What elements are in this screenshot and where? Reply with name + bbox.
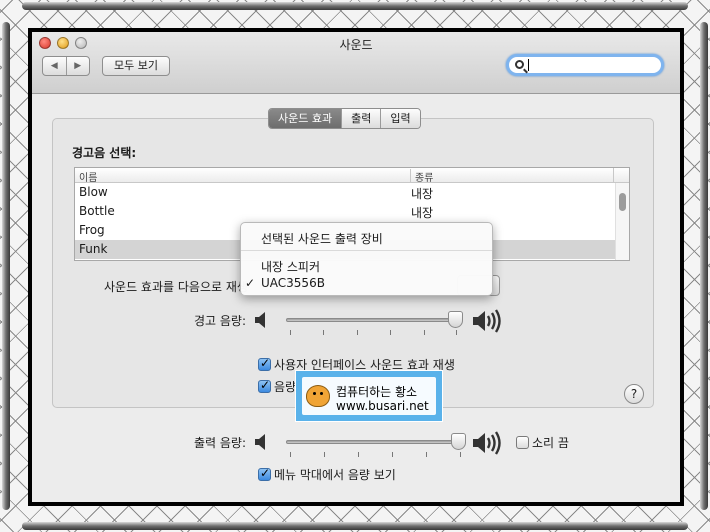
output-device-menu: 선택된 사운드 출력 장비 내장 스피커 ✓ UAC3556B <box>240 222 493 296</box>
slider-tick <box>323 330 324 335</box>
watermark-panel: 컴퓨터하는 황소 www.busari.net <box>302 377 436 415</box>
play-through-label: 사운드 효과를 다음으로 재생 <box>104 280 248 294</box>
watermark-badge: 컴퓨터하는 황소 www.busari.net <box>295 370 443 422</box>
back-forward-control: ◀ ▶ <box>42 56 90 76</box>
alert-volume-track[interactable] <box>286 318 460 322</box>
frame-rail-right <box>700 22 708 510</box>
slider-tick <box>460 452 461 457</box>
sound-name: Bottle <box>79 204 115 218</box>
checkbox-box[interactable] <box>258 466 271 481</box>
slider-tick <box>358 452 359 457</box>
bull-mascot-icon <box>306 385 330 407</box>
checkbox-box[interactable] <box>516 436 529 449</box>
search-icon <box>515 60 524 69</box>
alert-volume-row: 경고 음량: <box>32 309 680 335</box>
speaker-low-icon <box>255 312 265 328</box>
mute-checkbox[interactable]: 소리 끔 <box>516 434 569 451</box>
speaker-low-icon <box>255 434 265 450</box>
table-scrollbar[interactable] <box>615 183 629 260</box>
checkmark-icon: ✓ <box>245 276 256 290</box>
titlebar: 사운드 ◀ ▶ 모두 보기 <box>32 32 680 94</box>
alert-volume-label: 경고 음량: <box>193 314 246 328</box>
column-header-type[interactable]: 종류 <box>410 169 433 184</box>
alert-volume-knob[interactable] <box>448 311 463 328</box>
scrollbar-thumb[interactable] <box>619 193 626 211</box>
slider-tick <box>324 452 325 457</box>
slider-tick <box>456 330 457 335</box>
mute-label: 소리 끔 <box>532 436 569 450</box>
menubar-volume-checkbox[interactable]: 메뉴 막대에서 음량 보기 <box>258 466 396 483</box>
slider-tick <box>290 452 291 457</box>
menu-header: 선택된 사운드 출력 장비 <box>261 232 383 246</box>
column-divider <box>613 168 614 182</box>
frame-rail-left <box>2 22 10 510</box>
checkbox-box[interactable] <box>258 378 271 393</box>
tab-output[interactable]: 출력 <box>341 109 381 128</box>
checkbox-box[interactable] <box>258 356 271 371</box>
slider-tick <box>290 330 291 335</box>
search-input[interactable] <box>506 54 664 76</box>
text-caret <box>528 59 529 71</box>
volume-feedback-checkbox[interactable]: 음량 <box>258 378 296 395</box>
column-header-name[interactable]: 이름 <box>79 169 97 184</box>
slider-tick <box>424 330 425 335</box>
table-row[interactable]: Bottle 내장 <box>75 202 629 221</box>
show-all-button[interactable]: 모두 보기 <box>102 56 170 76</box>
alert-sound-label: 경고음 선택: <box>72 146 137 160</box>
menu-item-uac3556b[interactable]: UAC3556B <box>261 276 325 290</box>
watermark-text: 컴퓨터하는 황소 <box>336 385 418 399</box>
frame-rail-bottom <box>22 522 688 530</box>
help-button[interactable]: ? <box>624 384 644 404</box>
window-title: 사운드 <box>339 38 373 52</box>
sound-type: 내장 <box>411 187 434 201</box>
tab-input[interactable]: 입력 <box>380 109 420 128</box>
slider-tick <box>392 452 393 457</box>
menubar-volume-label: 메뉴 막대에서 음량 보기 <box>274 468 396 482</box>
sound-name: Blow <box>79 185 108 199</box>
frame-rail-top <box>22 2 688 10</box>
slider-tick <box>426 452 427 457</box>
sound-type: 내장 <box>411 206 434 220</box>
forward-button[interactable]: ▶ <box>65 57 90 75</box>
output-volume-row: 출력 음량: 소리 끔 <box>32 431 680 457</box>
output-volume-track[interactable] <box>286 440 464 444</box>
watermark-url: www.busari.net <box>336 399 429 413</box>
table-row[interactable]: Blow 내장 <box>75 183 629 202</box>
slider-tick <box>390 330 391 335</box>
output-volume-label: 출력 음량: <box>193 436 246 450</box>
speaker-high-icon <box>473 431 501 455</box>
output-volume-knob[interactable] <box>451 433 466 450</box>
back-button[interactable]: ◀ <box>43 57 66 75</box>
feedback-label: 음량 <box>274 380 297 394</box>
menu-separator <box>241 250 492 251</box>
slider-tick <box>357 330 358 335</box>
sound-name: Funk <box>79 242 108 256</box>
menu-item-internal-speaker[interactable]: 내장 스피커 <box>261 258 320 275</box>
sound-name: Frog <box>79 223 105 237</box>
speaker-high-icon <box>473 309 501 333</box>
table-header: 이름 종류 <box>75 168 629 184</box>
tab-sound-effects[interactable]: 사운드 효과 <box>269 109 342 128</box>
tab-bar: 사운드 효과 출력 입력 <box>268 108 421 129</box>
